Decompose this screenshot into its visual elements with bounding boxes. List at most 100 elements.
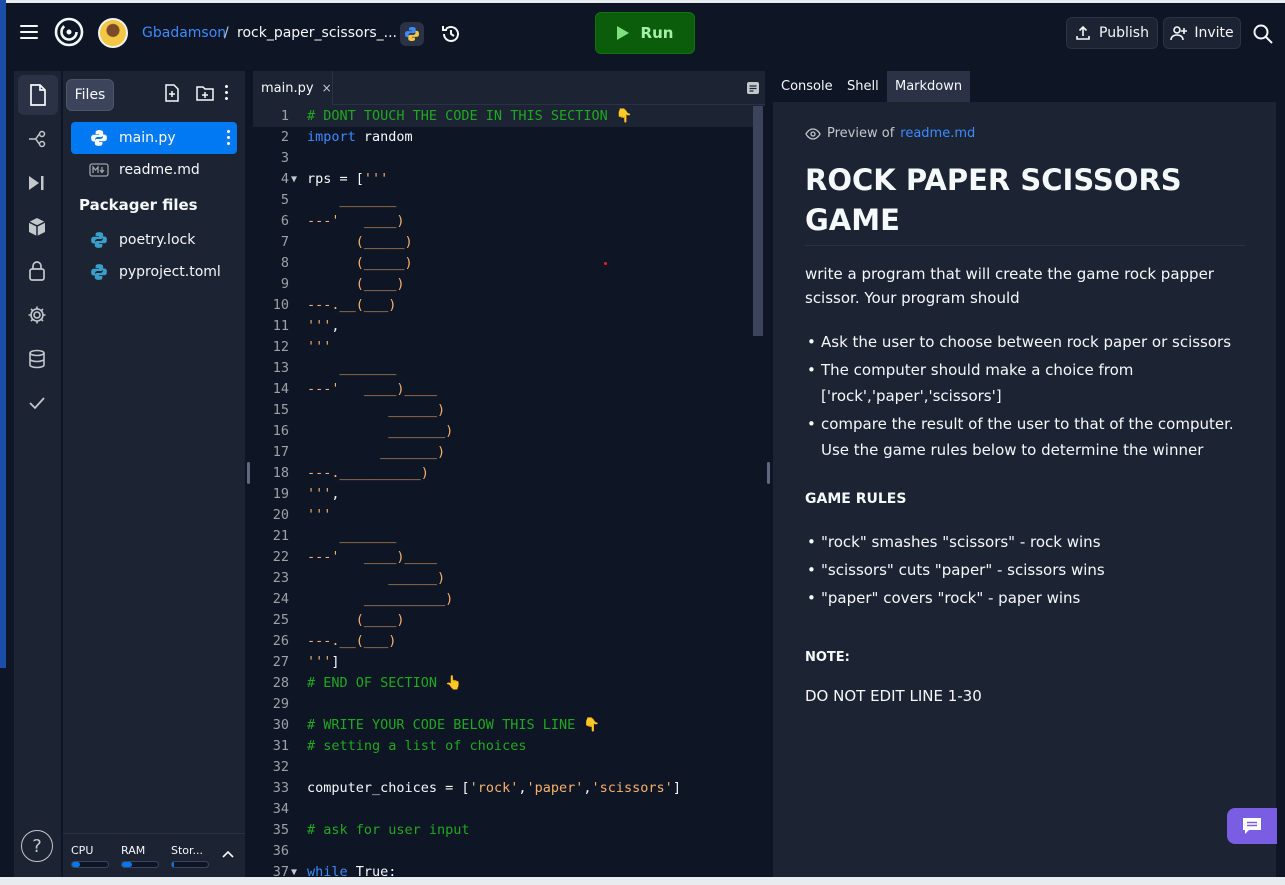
code-line[interactable]: 8 (_____) [253,253,753,274]
invite-button[interactable]: Invite [1163,17,1241,49]
tab-shell[interactable]: Shell [839,71,887,102]
code-line[interactable]: 21 _______ [253,526,753,547]
fold-arrow-icon[interactable]: ▼ [291,862,297,877]
code-line[interactable]: 16 _______) [253,421,753,442]
code-line[interactable]: 34 [253,799,753,820]
layout-panel-icon[interactable] [746,81,760,95]
code-line[interactable]: 27 '''] [253,652,753,673]
code-line[interactable]: 12 ''' [253,337,753,358]
chevron-up-icon[interactable] [221,848,235,862]
python-language-icon[interactable] [400,22,424,46]
code-line[interactable]: 31 # setting a list of choices [253,736,753,757]
replit-logo-icon[interactable] [54,17,84,47]
debugger-tool-button[interactable] [24,170,50,196]
help-button[interactable]: ? [21,830,53,862]
file-item-poetry-lock[interactable]: poetry.lock [71,224,237,256]
code-line[interactable]: 26 ---.__(___) [253,631,753,652]
code-line[interactable]: 33 computer_choices = ['rock','paper','sc… [253,778,753,799]
code-line[interactable]: 24 __________) [253,589,753,610]
database-tool-button[interactable] [24,346,50,372]
code-line[interactable]: 36 [253,841,753,862]
code-token: __________) [307,591,454,607]
panel-resize-handle[interactable] [247,462,250,484]
code-line[interactable]: 3 [253,148,753,169]
code-line[interactable]: 7 (_____) [253,232,753,253]
code-line[interactable]: 10 ---.__(___) [253,295,753,316]
close-icon[interactable]: × [322,81,332,95]
avatar[interactable] [98,18,128,48]
code-token: ''' [307,339,332,355]
packages-tool-button[interactable] [24,214,50,240]
file-item-main-py[interactable]: main.py [71,122,237,154]
code-line[interactable]: 15 ______) [253,400,753,421]
add-user-icon [1170,26,1188,41]
preview-file-link[interactable]: readme.md [900,126,975,141]
code-text: # WRITE YOUR CODE BELOW THIS LINE 👇 [307,715,600,736]
code-text: ---.__(___) [307,295,396,316]
file-item-pyproject-toml[interactable]: pyproject.toml [71,256,237,288]
code-line[interactable]: 30 # WRITE YOUR CODE BELOW THIS LINE 👇 [253,715,753,736]
code-line[interactable]: 35 # ask for user input [253,820,753,841]
tests-tool-button[interactable] [24,390,50,416]
code-line[interactable]: 14 ---' ____)____ [253,379,753,400]
list-item: Ask the user to choose between rock pape… [805,329,1250,355]
publish-button[interactable]: Publish [1066,17,1158,49]
code-line[interactable]: 25 (____) [253,610,753,631]
code-token: 'paper' [526,780,584,796]
preview-of-header: Preview of readme.md [805,126,975,141]
resource-usage[interactable]: CPU RAM Stor... [63,833,245,877]
code-line[interactable]: 22 ---' ____)____ [253,547,753,568]
settings-tool-button[interactable] [24,302,50,328]
code-text: (____) [307,610,405,631]
git-tool-button[interactable] [24,126,50,152]
code-text: computer_choices = ['rock','paper','scis… [307,778,681,799]
line-number: 18 [272,465,289,481]
code-line[interactable]: 5 _______ [253,190,753,211]
code-line[interactable]: 2 import random [253,127,753,148]
history-icon[interactable] [440,23,462,45]
files-more-icon[interactable] [225,85,229,100]
code-token: ---' ____)____ [307,549,438,565]
storage-meter [171,861,209,868]
files-tool-button[interactable] [18,75,58,115]
code-text: # setting a list of choices [307,736,526,757]
code-line[interactable]: 6 ---' ____) [253,211,753,232]
tab-main-py[interactable]: main.py × [253,71,333,105]
code-line[interactable]: 20 ''' [253,505,753,526]
code-line[interactable]: 1 # DONT TOUCH THE CODE IN THIS SECTION 👇 [253,106,753,127]
code-line[interactable]: 29 [253,694,753,715]
code-line[interactable]: 13 _______ [253,358,753,379]
code-line[interactable]: 37 ▼ while True: [253,862,753,877]
files-tab[interactable]: Files [66,79,114,111]
code-line[interactable]: 9 (____) [253,274,753,295]
code-line[interactable]: 17 _______) [253,442,753,463]
file-more-icon[interactable] [227,130,231,148]
file-item-readme-md[interactable]: readme.md [71,154,237,186]
preview-prefix: Preview of [827,126,895,141]
search-icon[interactable] [1252,23,1274,45]
chat-button[interactable] [1227,808,1277,844]
secrets-tool-button[interactable] [24,258,50,284]
editor-scrollbar[interactable] [753,106,763,336]
run-button[interactable]: Run [595,12,695,54]
code-line[interactable]: 18 ---.__________) [253,463,753,484]
new-file-icon[interactable] [163,84,181,102]
pane-resize-handle[interactable] [767,462,770,484]
tab-console[interactable]: Console [773,71,841,102]
new-folder-icon[interactable] [196,84,214,102]
code-line[interactable]: 4 ▼ rps = [''' [253,169,753,190]
repl-name[interactable]: rock_paper_scissors_... [237,25,397,41]
code-line[interactable]: 32 [253,757,753,778]
code-line[interactable]: 28 # END OF SECTION 👆 [253,673,753,694]
fold-arrow-icon[interactable]: ▼ [291,169,297,190]
code-line[interactable]: 11 ''', [253,316,753,337]
tab-markdown[interactable]: Markdown [887,71,971,102]
menu-icon[interactable] [20,25,38,39]
owner-link[interactable]: Gbadamson [142,25,226,41]
line-number: 9 [280,276,289,292]
code-line[interactable]: 19 ''', [253,484,753,505]
invite-button-label: Invite [1194,25,1234,41]
code-token: rps = [ [307,171,364,187]
code-area[interactable]: 1 # DONT TOUCH THE CODE IN THIS SECTION 👇… [253,106,765,877]
code-line[interactable]: 23 ______) [253,568,753,589]
